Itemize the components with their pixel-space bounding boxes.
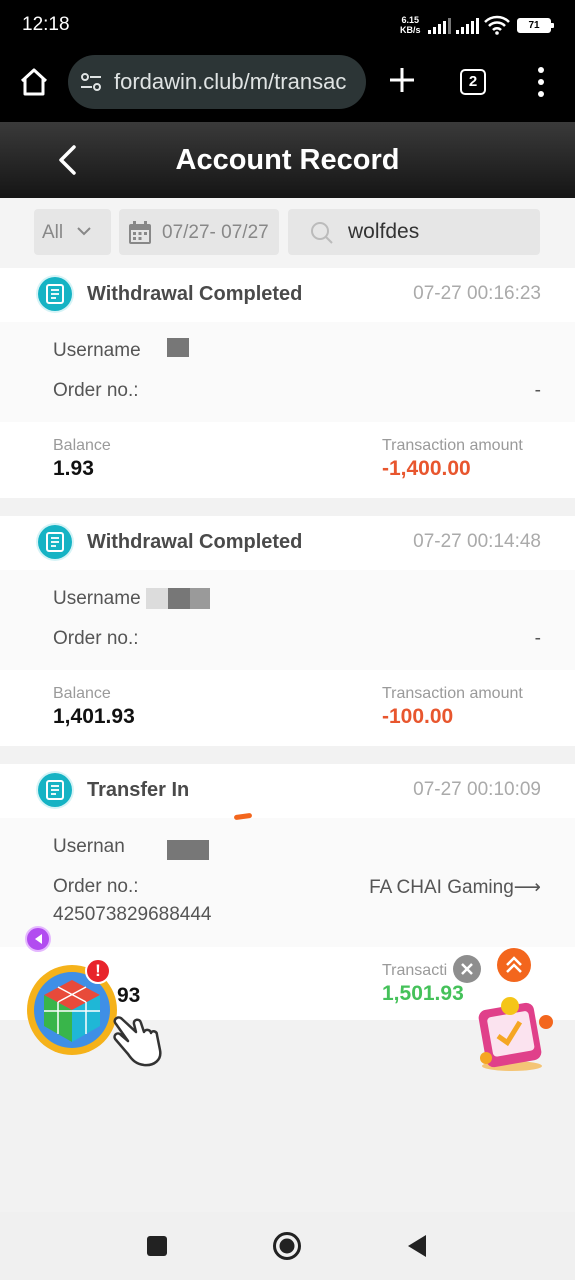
back-triangle-icon[interactable] — [404, 1233, 430, 1259]
record-card[interactable]: Withdrawal Completed 07-27 00:14:48 User… — [0, 516, 575, 746]
order-value: - — [534, 380, 541, 401]
type-filter-dropdown[interactable]: All — [34, 209, 111, 255]
record-title: Withdrawal Completed — [87, 283, 303, 305]
amount-label: Transacti — [382, 962, 448, 979]
record-footer: Balance 1,401.93 Transaction amount -100… — [0, 670, 575, 746]
order-label: Order no.: — [53, 876, 139, 897]
order-number: 425073829688444 — [53, 904, 212, 925]
alert-badge: ! — [85, 958, 111, 984]
triangle-left-icon — [35, 934, 42, 944]
record-title: Transfer In — [87, 779, 190, 801]
collapse-widgets-button[interactable] — [25, 926, 51, 952]
battery-icon: 71 — [517, 18, 554, 33]
address-bar[interactable]: fordawin.club/m/transac — [68, 55, 366, 109]
wifi-icon — [484, 15, 510, 35]
record-header: Withdrawal Completed 07-27 00:16:23 — [0, 268, 575, 322]
calendar-icon — [129, 221, 151, 244]
recents-button[interactable] — [147, 1236, 167, 1256]
username-label: Username — [53, 588, 141, 609]
signal-icon-2 — [456, 18, 479, 34]
site-settings-icon[interactable] — [80, 72, 102, 92]
order-label: Order no.: — [53, 628, 139, 649]
new-tab-icon[interactable] — [388, 66, 416, 94]
search-icon — [311, 222, 333, 244]
tab-switcher-button[interactable]: 2 — [460, 69, 486, 95]
balance-value-partial: 93 — [117, 984, 141, 1007]
amount-value: -100.00 — [382, 705, 454, 728]
close-widget-button[interactable] — [453, 955, 481, 983]
page-header: Account Record — [0, 122, 575, 198]
status-bar: 12:18 6.15 KB/s 71 — [0, 0, 575, 50]
amount-label: Transaction amount — [382, 685, 523, 702]
redacted-username — [167, 338, 189, 357]
signal-icon — [428, 18, 451, 34]
balance-value: 1.93 — [53, 457, 94, 480]
network-speed-value: 6.15 — [401, 15, 420, 25]
search-box[interactable] — [288, 209, 540, 255]
username-label: Usernan — [53, 836, 125, 857]
order-provider-link[interactable]: FA CHAI Gaming⟶ — [369, 876, 541, 899]
home-icon[interactable] — [18, 66, 50, 98]
status-time: 12:18 — [22, 14, 70, 35]
scroll-top-button[interactable] — [497, 948, 531, 982]
type-filter-value: All — [42, 222, 64, 243]
chevron-down-icon — [77, 227, 91, 236]
record-time: 07-27 00:16:23 — [413, 283, 541, 304]
record-card[interactable]: Withdrawal Completed 07-27 00:16:23 User… — [0, 268, 575, 498]
record-header: Withdrawal Completed 07-27 00:14:48 — [0, 516, 575, 570]
record-footer: Balance 1.93 Transaction amount -1,400.0… — [0, 422, 575, 498]
close-icon — [461, 963, 473, 975]
order-label: Order no.: — [53, 380, 139, 401]
order-value: - — [534, 628, 541, 649]
date-range-value: 07/27- 07/27 — [162, 222, 269, 243]
record-time: 07-27 00:14:48 — [413, 531, 541, 552]
username-label: Username — [53, 340, 141, 361]
redacted-username — [168, 588, 190, 609]
gift-box-icon[interactable] — [472, 988, 558, 1074]
home-circle-icon[interactable] — [272, 1231, 302, 1261]
more-menu-icon[interactable] — [530, 67, 552, 97]
page-title: Account Record — [175, 144, 400, 176]
receipt-icon — [38, 773, 72, 807]
browser-toolbar: fordawin.club/m/transac 2 — [0, 50, 575, 122]
redacted-username — [167, 840, 209, 860]
record-time: 07-27 00:10:09 — [413, 779, 541, 800]
balance-label: Balance — [53, 685, 111, 702]
double-chevron-up-icon — [506, 956, 522, 973]
balance-value: 1,401.93 — [53, 705, 135, 728]
redacted-username — [146, 588, 168, 609]
date-range-filter[interactable]: 07/27- 07/27 — [119, 209, 279, 255]
network-speed-unit: KB/s — [400, 25, 421, 35]
amount-value: 1,501.93 — [382, 982, 464, 1005]
record-header: Transfer In 07-27 00:10:09 — [0, 764, 575, 818]
orange-dash-mark — [233, 812, 253, 821]
receipt-icon — [38, 277, 72, 311]
redacted-username — [190, 588, 210, 609]
network-speed: 6.15 KB/s — [400, 15, 421, 35]
filter-bar: All 07/27- 07/27 — [0, 198, 575, 268]
balance-label: Balance — [53, 437, 111, 454]
record-title: Withdrawal Completed — [87, 531, 303, 553]
amount-label: Transaction amount — [382, 437, 523, 454]
amount-value: -1,400.00 — [382, 457, 471, 480]
url-text[interactable]: fordawin.club/m/transac — [114, 69, 346, 95]
search-input[interactable] — [348, 218, 528, 246]
system-nav-bar — [0, 1212, 575, 1280]
receipt-icon — [38, 525, 72, 559]
pointing-hand-icon — [113, 1016, 162, 1067]
